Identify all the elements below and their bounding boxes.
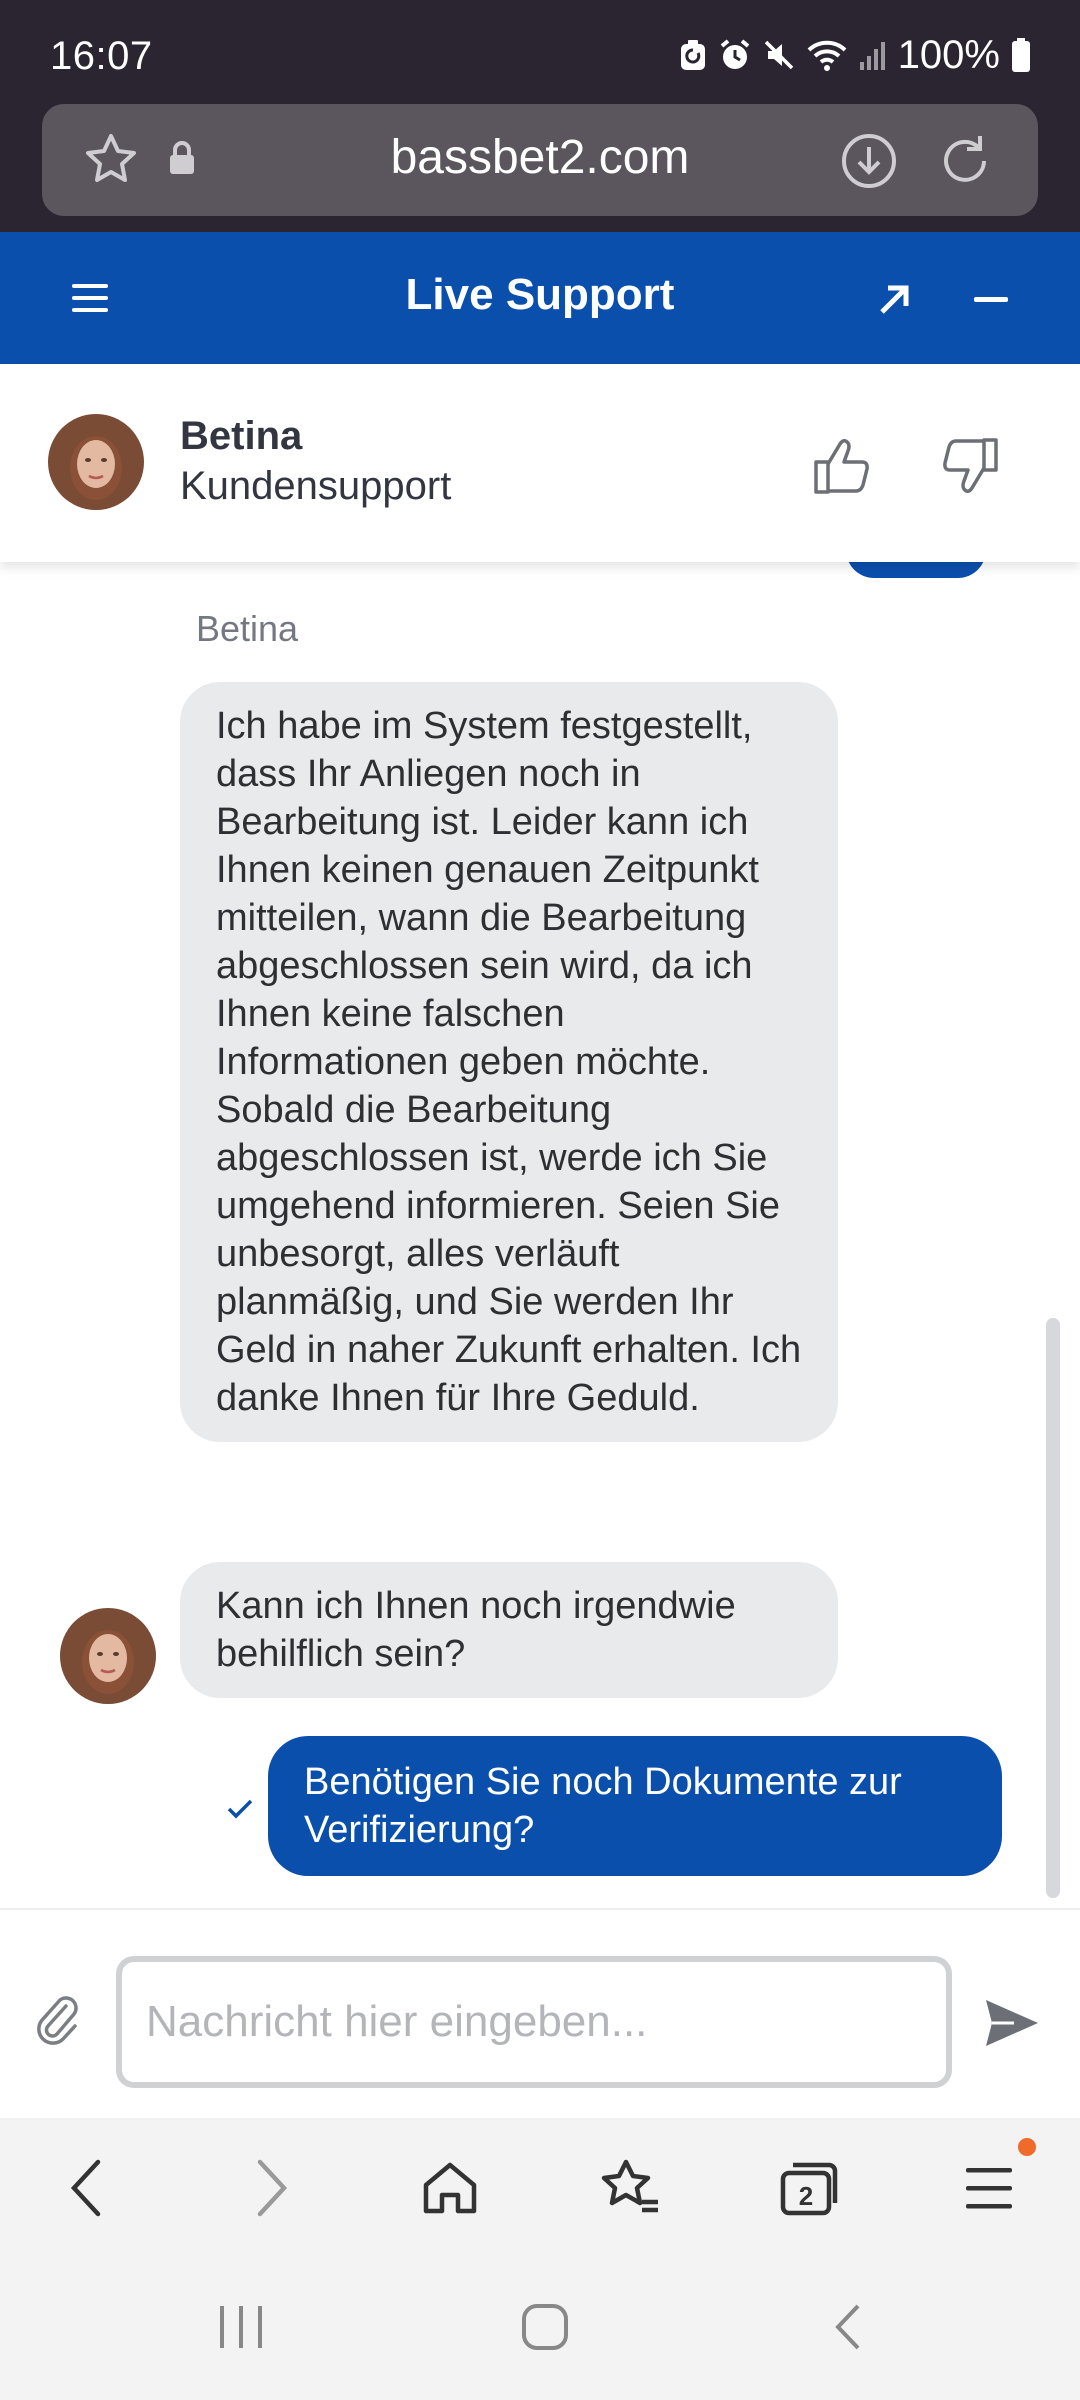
previous-message-edge: [846, 562, 986, 578]
home-circle-icon[interactable]: [520, 2302, 570, 2352]
attach-icon[interactable]: [36, 1994, 82, 2046]
message-bubble-outgoing: Benötigen Sie noch Dokumente zur Verifiz…: [268, 1736, 1002, 1876]
battery-icon: [1010, 37, 1032, 73]
mute-icon: [762, 38, 796, 72]
notification-dot: [1018, 2138, 1036, 2156]
sent-check-icon: [226, 1798, 254, 1820]
send-icon[interactable]: [984, 1998, 1040, 2048]
thumbs-up-icon[interactable]: [812, 436, 874, 496]
agent-card: Betina Kundensupport: [0, 364, 1080, 562]
chat-messages[interactable]: Betina Ich habe im System festgestellt, …: [0, 562, 1080, 1908]
status-time: 16:07: [50, 34, 153, 78]
message-composer: [0, 1908, 1080, 2118]
url-bar[interactable]: bassbet2.com: [42, 104, 1038, 216]
home-icon[interactable]: [410, 2148, 490, 2228]
tab-count: 2: [799, 2181, 813, 2211]
bookmarks-icon[interactable]: [590, 2148, 670, 2228]
alarm-icon: [718, 38, 752, 72]
scrollbar-thumb[interactable]: [1046, 1318, 1060, 1898]
system-nav-bar: [0, 2252, 1080, 2400]
message-bubble-incoming: Ich habe im System festgestellt, dass Ih…: [180, 682, 838, 1442]
agent-name: Betina: [180, 414, 303, 458]
popout-icon[interactable]: [874, 280, 914, 320]
browser-bottom-nav: 2: [0, 2118, 1080, 2252]
battery-percentage: 100%: [897, 32, 1000, 77]
header-title: Live Support: [405, 270, 675, 319]
browser-top-bar: 16:07 100% bassbet2.com: [0, 0, 1080, 232]
system-back-icon[interactable]: [830, 2302, 866, 2352]
browser-menu-icon[interactable]: [950, 2148, 1030, 2228]
tabs-icon[interactable]: 2: [770, 2148, 850, 2228]
minimize-icon[interactable]: [974, 296, 1008, 304]
signal-icon: [858, 38, 888, 72]
sender-label: Betina: [196, 608, 299, 649]
battery-saver-icon: [678, 38, 708, 72]
forward-icon[interactable]: [232, 2148, 312, 2228]
download-icon[interactable]: [840, 132, 898, 190]
agent-role: Kundensupport: [180, 464, 452, 508]
back-icon[interactable]: [46, 2148, 126, 2228]
reload-icon[interactable]: [936, 132, 994, 190]
message-input[interactable]: [116, 1956, 952, 2088]
thumbs-down-icon[interactable]: [938, 436, 1000, 496]
status-icons: 100%: [678, 30, 1032, 80]
wifi-icon: [806, 38, 848, 72]
agent-avatar: [48, 414, 144, 510]
message-bubble-incoming: Kann ich Ihnen noch irgendwie behilflich…: [180, 1562, 838, 1698]
support-header: Live Support: [0, 232, 1080, 364]
recents-icon[interactable]: [216, 2304, 266, 2350]
agent-message-avatar: [60, 1608, 156, 1704]
